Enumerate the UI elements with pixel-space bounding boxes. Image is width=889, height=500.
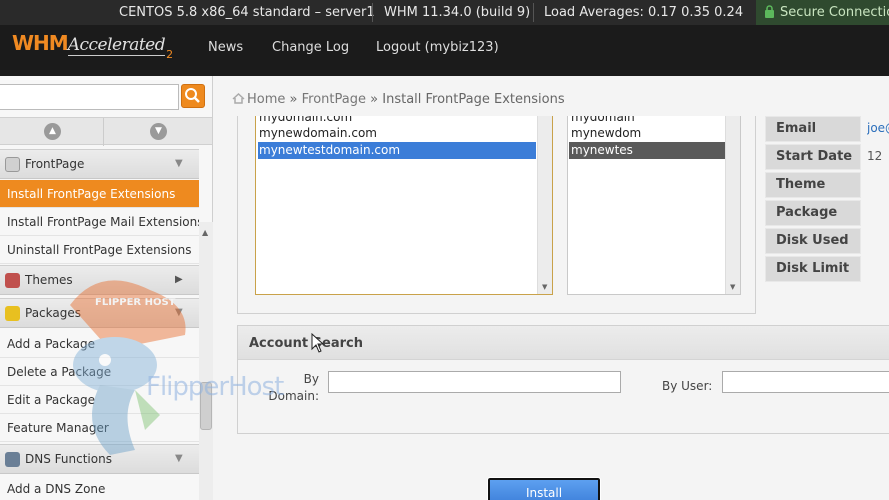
sidebar-group-dns[interactable]: DNS Functions ▼: [0, 444, 199, 474]
info-label: Disk Limit: [765, 256, 861, 282]
sidebar-item-install-frontpage-mail[interactable]: Install FrontPage Mail Extensions: [0, 208, 199, 236]
list-item-selected[interactable]: mynewtestdomain.com: [258, 142, 536, 159]
list-item-selected[interactable]: mynewtes: [569, 142, 725, 159]
by-domain-input[interactable]: [328, 371, 621, 393]
install-button[interactable]: Install: [487, 477, 601, 500]
table-row: Disk Limit: [765, 256, 889, 282]
frontpage-icon: [5, 157, 20, 172]
by-user-label: By User:: [662, 379, 713, 393]
breadcrumb-home[interactable]: Home: [247, 92, 285, 107]
account-info-table: Email joe@ Start Date 12 Theme Package D…: [765, 116, 889, 284]
whm-logo[interactable]: WHMAccelerated2: [12, 31, 174, 71]
info-label: Start Date: [765, 144, 861, 170]
group-label: Packages: [25, 306, 81, 320]
sidebar-item-feature-manager[interactable]: Feature Manager: [0, 414, 199, 442]
user-list[interactable]: mydomain mynewdom mynewtes ▼: [567, 116, 741, 295]
by-user-input[interactable]: [722, 371, 889, 393]
lock-icon: [765, 5, 774, 18]
info-label: Theme: [765, 172, 861, 198]
account-search-header: Account Search: [238, 326, 889, 360]
nav-logout[interactable]: Logout (mybiz123): [376, 40, 499, 55]
chevron-right-icon: ▶: [175, 274, 183, 285]
arrow-up-icon: ▲: [44, 123, 61, 140]
list-item[interactable]: mynewdom: [569, 125, 725, 142]
whm-version: WHM 11.34.0 (build 9): [384, 5, 531, 20]
sidebar-group-themes[interactable]: Themes ▶: [0, 265, 199, 295]
logo-accelerated: Accelerated: [67, 35, 166, 56]
search-icon: [185, 88, 200, 103]
logo-number: 2: [166, 48, 174, 61]
server-info: CENTOS 5.8 x86_64 standard – server1: [119, 5, 375, 20]
watermark-text: FlipperHost: [146, 372, 284, 402]
divider: [372, 3, 373, 22]
status-bar: CENTOS 5.8 x86_64 standard – server1 WHM…: [0, 0, 889, 25]
arrow-up-icon: ▲: [202, 228, 209, 237]
arrow-down-icon: ▼: [730, 283, 736, 291]
home-icon: [232, 93, 245, 104]
breadcrumb: Home » FrontPage » Install FrontPage Ext…: [232, 92, 565, 107]
breadcrumb-separator: »: [370, 92, 379, 107]
load-averages: Load Averages: 0.17 0.35 0.24: [544, 5, 744, 20]
info-label: Package: [765, 200, 861, 226]
table-row: Start Date 12: [765, 144, 889, 170]
group-label: Themes: [25, 273, 73, 287]
packages-icon: [5, 306, 20, 321]
sidebar: ▲ ▼ FrontPage ▼ Install FrontPage Extens…: [0, 76, 213, 500]
domain-list[interactable]: mydomain.com mynewdomain.com mynewtestdo…: [255, 116, 553, 295]
info-label: Disk Used: [765, 228, 861, 254]
user-list-scrollbar[interactable]: ▼: [725, 116, 740, 294]
arrow-down-icon: ▼: [542, 283, 548, 291]
header: WHMAccelerated2 News Change Log Logout (…: [0, 25, 889, 76]
table-row: Theme: [765, 172, 889, 198]
sidebar-item-add-dns-zone[interactable]: Add a DNS Zone: [0, 475, 199, 500]
themes-icon: [5, 273, 20, 288]
table-row: Disk Used: [765, 228, 889, 254]
logo-whm: WHM: [12, 31, 69, 55]
account-search-title: Account Search: [249, 336, 363, 351]
breadcrumb-current: Install FrontPage Extensions: [382, 92, 565, 107]
sidebar-search-input[interactable]: [0, 84, 179, 110]
sidebar-search-button[interactable]: [181, 84, 205, 108]
scroll-down-button[interactable]: ▼: [105, 118, 209, 146]
table-row: Email joe@: [765, 116, 889, 142]
sidebar-item-install-frontpage[interactable]: Install FrontPage Extensions: [0, 180, 199, 208]
sidebar-scroll-controls: ▲ ▼: [0, 117, 212, 146]
arrow-down-icon: ▼: [150, 123, 167, 140]
table-row: Package: [765, 200, 889, 226]
sidebar-item-add-package[interactable]: Add a Package: [0, 330, 199, 358]
group-label: FrontPage: [25, 157, 85, 171]
chevron-down-icon: ▼: [175, 307, 183, 318]
domain-list-scrollbar[interactable]: ▼: [537, 116, 552, 294]
secure-connection-badge: Secure Connection: [756, 0, 889, 25]
breadcrumb-separator: »: [289, 92, 298, 107]
scroll-up-button[interactable]: ▲: [0, 118, 104, 146]
chevron-down-icon: ▼: [175, 158, 183, 169]
breadcrumb-frontpage[interactable]: FrontPage: [302, 92, 366, 107]
sidebar-group-frontpage[interactable]: FrontPage ▼: [0, 149, 199, 179]
sidebar-group-packages[interactable]: Packages ▼: [0, 298, 199, 328]
info-label: Email: [765, 116, 861, 142]
nav-news[interactable]: News: [208, 40, 243, 55]
email-value[interactable]: joe@: [867, 116, 889, 142]
group-label: DNS Functions: [25, 452, 112, 466]
divider: [533, 3, 534, 22]
secure-connection-label: Secure Connection: [780, 5, 889, 20]
start-date-value: 12: [867, 149, 883, 163]
list-item[interactable]: mynewdomain.com: [258, 125, 536, 142]
nav-change-log[interactable]: Change Log: [272, 40, 349, 55]
sidebar-item-uninstall-frontpage[interactable]: Uninstall FrontPage Extensions: [0, 236, 199, 264]
sidebar-scrollbar[interactable]: ▲: [199, 222, 213, 500]
chevron-down-icon: ▼: [175, 453, 183, 464]
mouse-cursor-icon: [311, 333, 325, 353]
dns-icon: [5, 452, 20, 467]
